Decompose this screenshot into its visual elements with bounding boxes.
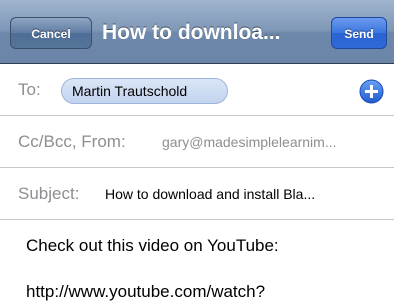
to-label: To: bbox=[18, 80, 41, 99]
cc-bcc-from-label: Cc/Bcc, From: bbox=[18, 132, 126, 151]
recipient-chip[interactable]: Martin Trautschold bbox=[61, 78, 228, 104]
page-title: How to downloa... bbox=[102, 21, 281, 44]
send-button[interactable]: Send bbox=[331, 17, 387, 49]
from-address: gary@madesimplelearnim... bbox=[162, 134, 337, 150]
message-body[interactable]: Check out this video on YouTube: http://… bbox=[0, 220, 394, 301]
subject-field[interactable]: Subject: How to download and install Bla… bbox=[0, 168, 394, 220]
message-line: Check out this video on YouTube: bbox=[26, 236, 279, 255]
message-link-line: http://www.youtube.com/watch? bbox=[26, 282, 266, 301]
cc-bcc-from-field[interactable]: Cc/Bcc, From: gary@madesimplelearnim... bbox=[0, 116, 394, 168]
to-field[interactable]: To: Martin Trautschold bbox=[0, 64, 394, 116]
subject-label: Subject: bbox=[18, 184, 80, 203]
subject-input[interactable]: How to download and install Bla... bbox=[105, 168, 388, 220]
navigation-bar: Cancel How to downloa... Send bbox=[0, 0, 394, 64]
cancel-button[interactable]: Cancel bbox=[10, 17, 92, 49]
plus-circle-icon[interactable] bbox=[359, 79, 384, 104]
